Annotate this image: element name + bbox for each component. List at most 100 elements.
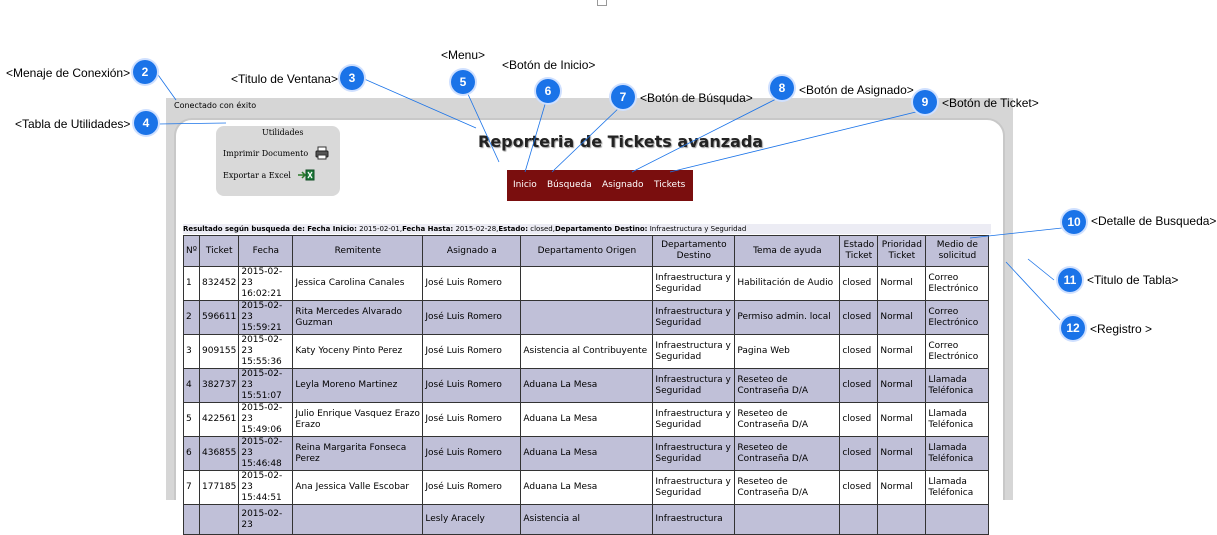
table-cell: Aduana La Mesa bbox=[520, 402, 654, 437]
annotation-label: <Botón de Inicio> bbox=[502, 58, 596, 72]
table-cell: 177185 bbox=[198, 470, 240, 505]
col-header: Remitente bbox=[292, 235, 424, 267]
table-cell: Normal bbox=[877, 368, 927, 403]
table-cell: Aduana La Mesa bbox=[520, 436, 654, 471]
table-cell: 3 bbox=[183, 334, 200, 369]
table-cell: José Luis Romero bbox=[422, 402, 522, 437]
table-cell: Ana Jessica Valle Escobar bbox=[292, 470, 424, 505]
menu-inicio-button[interactable]: Inicio bbox=[513, 180, 537, 190]
table-cell: Asistencia al Contribuyente bbox=[520, 334, 654, 369]
table-row: 7 177185 2015-02-23 15:44:51 Ana Jessica Va… bbox=[183, 470, 990, 505]
table-cell: closed bbox=[839, 436, 879, 471]
table-cell: Correo Electrónico bbox=[925, 266, 990, 301]
col-header: Medio de solicitud bbox=[925, 235, 990, 267]
table-body: 1 832452 2015-02-23 16:02:21 Jessica Caroli… bbox=[183, 266, 990, 535]
table-cell bbox=[520, 300, 654, 335]
table-cell: Normal bbox=[877, 266, 927, 301]
fecha-hasta-label: Fecha Hasta: bbox=[402, 225, 454, 233]
annotation-badge: 3 bbox=[340, 66, 364, 90]
col-header: Departamento Destino bbox=[652, 235, 736, 267]
table-cell: Permiso admin. local bbox=[734, 300, 841, 335]
table-cell: 832452 bbox=[198, 266, 240, 301]
table-cell: 382737 bbox=[198, 368, 240, 403]
table-cell: Rita Mercedes Alvarado Guzman bbox=[292, 300, 424, 335]
table-cell: Infraestructura y Seguridad bbox=[652, 436, 736, 471]
table-cell: closed bbox=[839, 334, 879, 369]
annotation-label: <Detalle de Busqueda> bbox=[1091, 214, 1217, 228]
results-table: Nº Ticket Fecha Remitente Asignado a Dep… bbox=[183, 235, 990, 535]
col-header: Nº bbox=[183, 235, 200, 267]
table-cell: 2015-02-23 15:51:07 bbox=[238, 368, 294, 403]
table-cell: José Luis Romero bbox=[422, 368, 522, 403]
col-header: Fecha bbox=[238, 235, 294, 267]
table-cell: Correo Electrónico bbox=[925, 300, 990, 335]
table-cell: Asistencia al bbox=[520, 504, 654, 535]
table-cell: José Luis Romero bbox=[422, 266, 522, 301]
table-cell: Jessica Carolina Canales bbox=[292, 266, 424, 301]
menu-asignado-button[interactable]: Asignado bbox=[602, 180, 644, 190]
annotation-badge: 9 bbox=[913, 90, 937, 114]
table-cell bbox=[734, 504, 841, 535]
annotation-label: <Menu> bbox=[441, 48, 486, 62]
col-header: Asignado a bbox=[422, 235, 522, 267]
excel-icon[interactable] bbox=[297, 169, 315, 183]
table-cell: Aduana La Mesa bbox=[520, 368, 654, 403]
table-cell: closed bbox=[839, 402, 879, 437]
table-cell: closed bbox=[839, 266, 879, 301]
table-cell: Llamada Teléfonica bbox=[925, 402, 990, 437]
table-cell: 2015-02-23 15:46:48 bbox=[238, 436, 294, 471]
table-cell: Correo Electrónico bbox=[925, 334, 990, 369]
annotation-label: <Registro > bbox=[1090, 322, 1153, 336]
fecha-inicio-label: Fecha Inicio: bbox=[307, 225, 357, 233]
annotation-label: <Titulo de Ventana> bbox=[231, 72, 338, 86]
table-cell: Katy Yoceny Pinto Perez bbox=[292, 334, 424, 369]
printer-icon[interactable] bbox=[315, 146, 329, 162]
table-cell: Habilitación de Audio bbox=[734, 266, 841, 301]
annotation-label: <Titulo de Tabla> bbox=[1087, 273, 1179, 287]
estado-label: Estado: bbox=[498, 225, 529, 233]
export-excel-label: Exportar a Excel bbox=[223, 171, 291, 180]
table-cell: closed bbox=[839, 470, 879, 505]
col-header: Departamento Origen bbox=[520, 235, 654, 267]
search-detail: Resultado según busqueda de: Fecha Inici… bbox=[183, 224, 991, 234]
table-cell: Normal bbox=[877, 300, 927, 335]
table-cell: Normal bbox=[877, 402, 927, 437]
annotation-badge: 10 bbox=[1062, 210, 1086, 234]
table-cell: 1 bbox=[183, 266, 200, 301]
menu-busqueda-button[interactable]: Búsqueda bbox=[547, 180, 592, 190]
table-cell: 596611 bbox=[198, 300, 240, 335]
print-document-link[interactable]: Imprimir Documento bbox=[223, 146, 329, 162]
table-cell: Infraestructura y Seguridad bbox=[652, 266, 736, 301]
annotation-badge: 7 bbox=[611, 85, 635, 109]
table-cell: Leyla Moreno Martinez bbox=[292, 368, 424, 403]
table-cell: Infraestructura y Seguridad bbox=[652, 402, 736, 437]
estado-value: closed bbox=[530, 225, 553, 233]
annotation-badge: 5 bbox=[451, 70, 475, 94]
export-excel-link[interactable]: Exportar a Excel bbox=[223, 169, 315, 183]
table-cell: 2015-02-23 15:49:06 bbox=[238, 402, 294, 437]
table-cell bbox=[198, 504, 240, 535]
table-cell bbox=[292, 504, 424, 535]
table-cell: 7 bbox=[183, 470, 200, 505]
table-row: 2015-02-23 Lesly Aracely Asistencia al Infr… bbox=[183, 504, 990, 535]
annotation-label: <Tabla de Utilidades> bbox=[15, 117, 131, 131]
table-cell: Llamada Teléfonica bbox=[925, 368, 990, 403]
col-header: Estado Ticket bbox=[839, 235, 879, 267]
table-cell: José Luis Romero bbox=[422, 334, 522, 369]
annotation-badge: 11 bbox=[1058, 268, 1082, 292]
table-cell bbox=[877, 504, 927, 535]
annotation-badge: 4 bbox=[134, 111, 158, 135]
table-header-row: Nº Ticket Fecha Remitente Asignado a Dep… bbox=[183, 235, 990, 267]
col-header: Prioridad Ticket bbox=[877, 235, 927, 267]
col-header: Ticket bbox=[198, 235, 240, 267]
table-cell: Normal bbox=[877, 334, 927, 369]
depto-value: Infraestructura y Seguridad bbox=[649, 225, 747, 233]
table-cell: Reseteo de Contraseña D/A bbox=[734, 436, 841, 471]
connection-message: Conectado con éxito bbox=[174, 101, 257, 110]
table-cell: Reina Margarita Fonseca Perez bbox=[292, 436, 424, 471]
fecha-inicio-value: 2015-02-01 bbox=[359, 225, 400, 233]
menu-tickets-button[interactable]: Tickets bbox=[654, 180, 685, 190]
table-cell bbox=[925, 504, 990, 535]
table-cell: 909155 bbox=[198, 334, 240, 369]
annotation-label: <Botón de Búsquda> bbox=[640, 91, 753, 105]
